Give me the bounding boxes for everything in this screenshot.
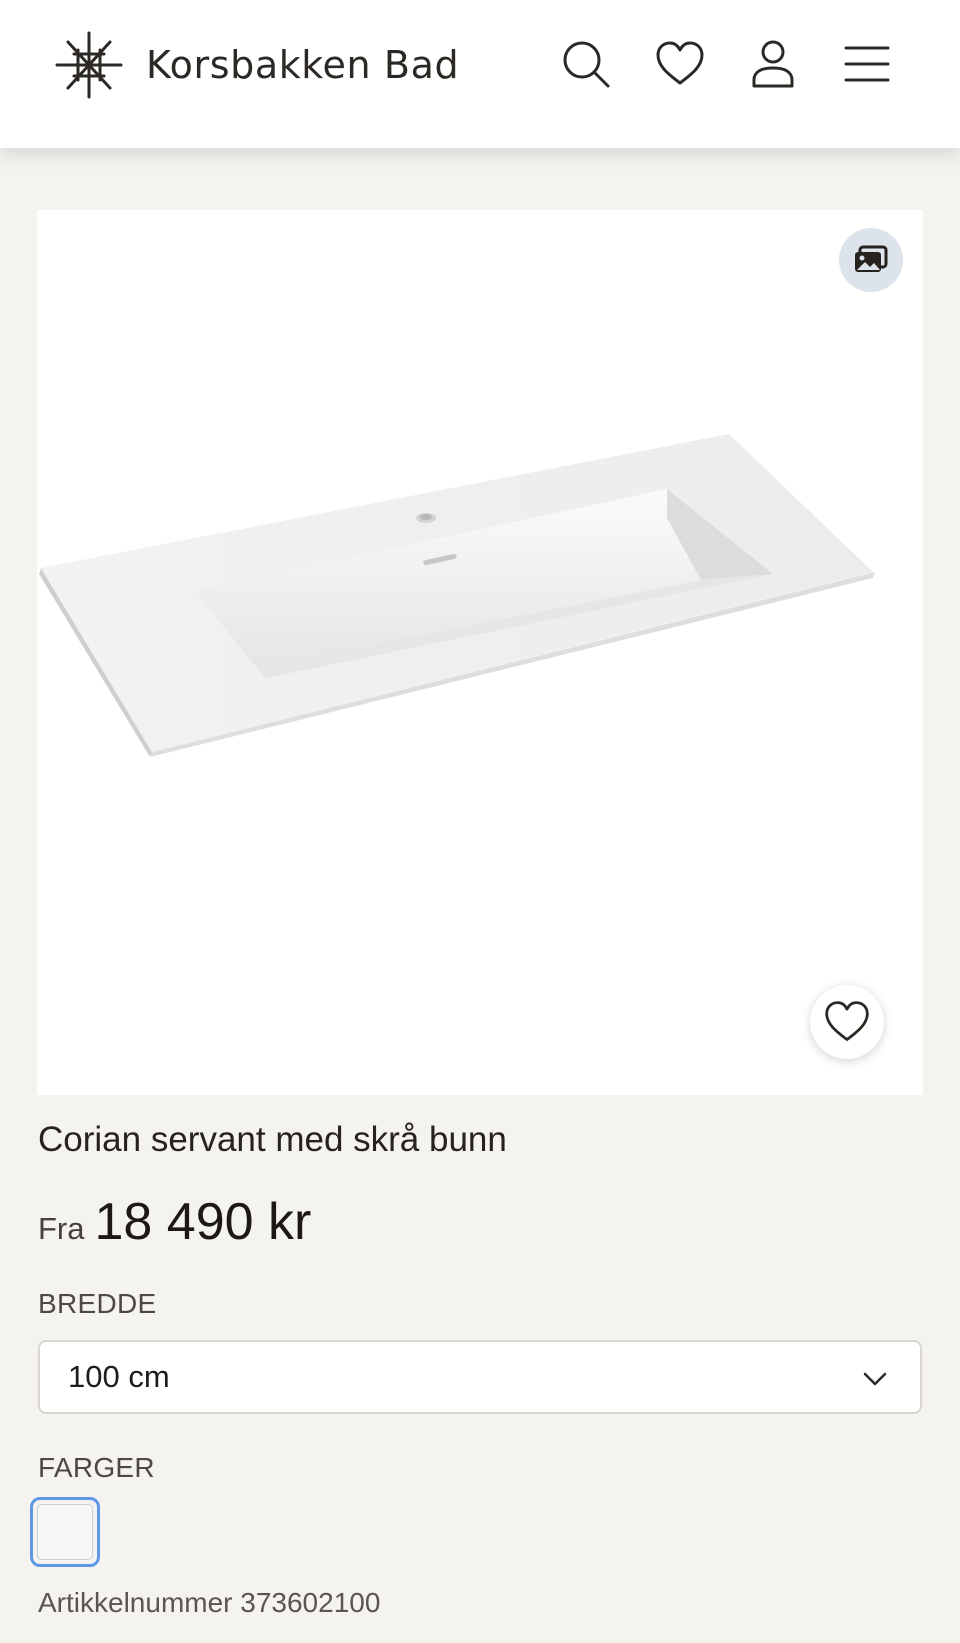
brand-logo-icon bbox=[55, 31, 123, 99]
article-number: Artikkelnummer 373602100 bbox=[38, 1587, 381, 1618]
menu-icon bbox=[844, 46, 890, 82]
sink-product-image bbox=[39, 434, 875, 757]
search-button[interactable] bbox=[558, 36, 614, 92]
gallery-icon bbox=[855, 245, 888, 272]
search-icon bbox=[563, 41, 610, 88]
heart-icon bbox=[656, 41, 704, 85]
menu-button[interactable] bbox=[839, 36, 895, 92]
color-swatch-white[interactable] bbox=[30, 1497, 100, 1567]
logo[interactable]: Korsbakken Bad bbox=[54, 30, 459, 100]
width-label: BREDDE bbox=[38, 1288, 157, 1319]
width-select[interactable]: 100 cm bbox=[38, 1340, 922, 1414]
chevron-down-icon bbox=[863, 1372, 887, 1386]
width-select-value: 100 cm bbox=[68, 1359, 170, 1394]
heart-icon bbox=[825, 1001, 869, 1041]
user-icon bbox=[752, 40, 794, 88]
wishlist-button[interactable] bbox=[652, 36, 708, 92]
product-title: Corian servant med skrå bunn bbox=[38, 1120, 507, 1159]
price-row: Fra 18 490 kr bbox=[38, 1192, 311, 1252]
price-prefix: Fra bbox=[38, 1211, 85, 1246]
product-image-card[interactable] bbox=[37, 210, 923, 1095]
colors-label: FARGER bbox=[38, 1452, 155, 1483]
gallery-button[interactable] bbox=[839, 228, 903, 292]
add-to-favorites-button[interactable] bbox=[810, 985, 884, 1059]
product-price: 18 490 kr bbox=[94, 1193, 312, 1251]
color-swatch-fill bbox=[37, 1504, 93, 1560]
account-button[interactable] bbox=[745, 36, 801, 92]
site-header: Korsbakken Bad bbox=[0, 0, 960, 148]
brand-name: Korsbakken Bad bbox=[146, 43, 460, 87]
